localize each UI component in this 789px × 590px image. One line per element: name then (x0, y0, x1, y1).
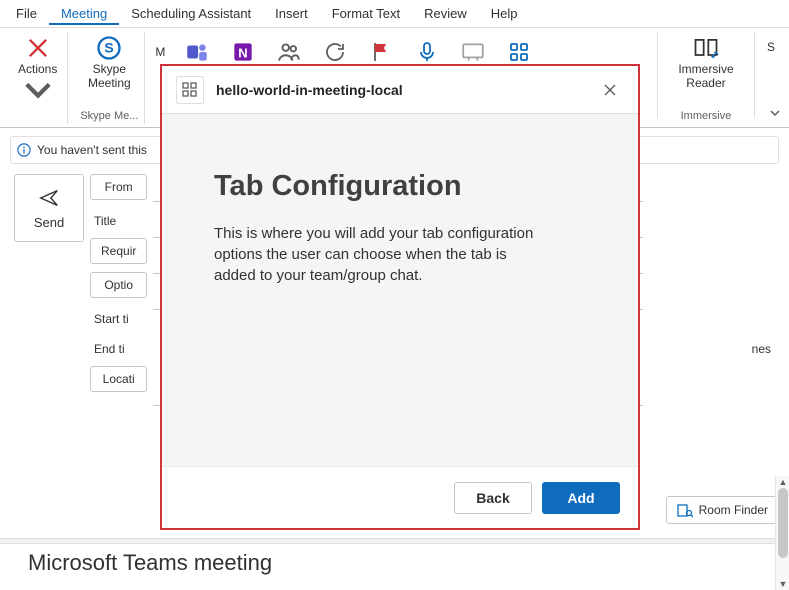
refresh-icon[interactable] (321, 38, 349, 66)
scrollbar-thumb[interactable] (778, 488, 788, 558)
skype-icon: S (95, 34, 123, 62)
send-button[interactable]: Send (14, 174, 84, 242)
ribbon-group-actions: Actions (8, 32, 68, 124)
dialog-description: This is where you will add your tab conf… (214, 223, 544, 286)
immersive-reader-button[interactable]: Immersive Reader (668, 32, 744, 92)
dialog-body: Tab Configuration This is where you will… (162, 114, 638, 466)
immersive-label: Immersive Reader (674, 62, 738, 90)
info-icon (17, 143, 31, 157)
chevron-down-icon (24, 76, 52, 104)
dialog-header: hello-world-in-meeting-local (162, 66, 638, 114)
actions-button[interactable]: Actions (12, 32, 63, 106)
body-separator (0, 538, 789, 544)
svg-text:S: S (105, 40, 114, 56)
room-finder-label: Room Finder (699, 503, 768, 517)
dialog-title: hello-world-in-meeting-local (216, 82, 584, 98)
label-m: M (155, 45, 165, 59)
start-time-label: Start ti (90, 306, 147, 328)
scrollbar[interactable]: ▲ ▼ (775, 476, 789, 590)
optional-button[interactable]: Optio (90, 272, 147, 298)
immersive-group-label: Immersive (681, 110, 732, 124)
info-text: You haven't sent this (37, 143, 147, 157)
skype-group-label: Skype Me... (80, 110, 138, 124)
ribbon-overflow-s[interactable]: S (761, 32, 781, 56)
skype-label: Skype Meeting (84, 62, 134, 90)
scrollbar-down-icon[interactable]: ▼ (776, 578, 789, 590)
teams-icon[interactable] (183, 38, 211, 66)
onenote-icon[interactable]: N (229, 38, 257, 66)
time-zones-toggle[interactable]: nes (752, 342, 779, 356)
app-icon (176, 76, 204, 104)
ribbon-collapse-chevron[interactable] (765, 103, 785, 123)
room-search-icon (677, 502, 693, 518)
ribbon-group-skype: S Skype Meeting Skype Me... (74, 32, 145, 124)
add-button[interactable]: Add (542, 482, 620, 514)
end-time-label: End ti (90, 336, 147, 358)
menu-insert[interactable]: Insert (263, 2, 320, 25)
menu-review[interactable]: Review (412, 2, 479, 25)
back-button[interactable]: Back (454, 482, 532, 514)
from-button[interactable]: From (90, 174, 147, 200)
dialog-close-button[interactable] (596, 76, 624, 104)
people-icon[interactable] (275, 38, 303, 66)
close-x-icon (24, 34, 52, 62)
menu-file[interactable]: File (4, 2, 49, 25)
close-icon (603, 83, 617, 97)
dialog-footer: Back Add (162, 466, 638, 528)
microphone-icon[interactable] (413, 38, 441, 66)
ribbon-group-immersive: Immersive Reader Immersive (664, 32, 748, 124)
dialog-heading: Tab Configuration (214, 170, 586, 203)
apps-icon[interactable] (505, 38, 533, 66)
menu-help[interactable]: Help (479, 2, 530, 25)
send-icon (38, 187, 60, 209)
book-audio-icon (692, 34, 720, 62)
send-label: Send (34, 215, 64, 230)
required-button[interactable]: Requir (90, 238, 147, 264)
svg-text:N: N (239, 45, 248, 60)
actions-label: Actions (18, 62, 57, 76)
menu-meeting[interactable]: Meeting (49, 2, 119, 25)
menu-scheduling-assistant[interactable]: Scheduling Assistant (119, 2, 263, 25)
whiteboard-icon[interactable] (459, 38, 487, 66)
location-button[interactable]: Locati (90, 366, 147, 392)
apps-grid-icon (182, 82, 198, 98)
chevron-down-icon (769, 107, 781, 119)
room-finder-button[interactable]: Room Finder (666, 496, 779, 524)
tab-config-dialog: hello-world-in-meeting-local Tab Configu… (160, 64, 640, 530)
title-label: Title (90, 208, 147, 230)
menu-bar: File Meeting Scheduling Assistant Insert… (0, 0, 789, 28)
menu-format-text[interactable]: Format Text (320, 2, 412, 25)
body-heading: Microsoft Teams meeting (28, 550, 272, 576)
scrollbar-up-icon[interactable]: ▲ (776, 476, 789, 488)
flag-icon[interactable] (367, 38, 395, 66)
skype-meeting-button[interactable]: S Skype Meeting (78, 32, 140, 92)
